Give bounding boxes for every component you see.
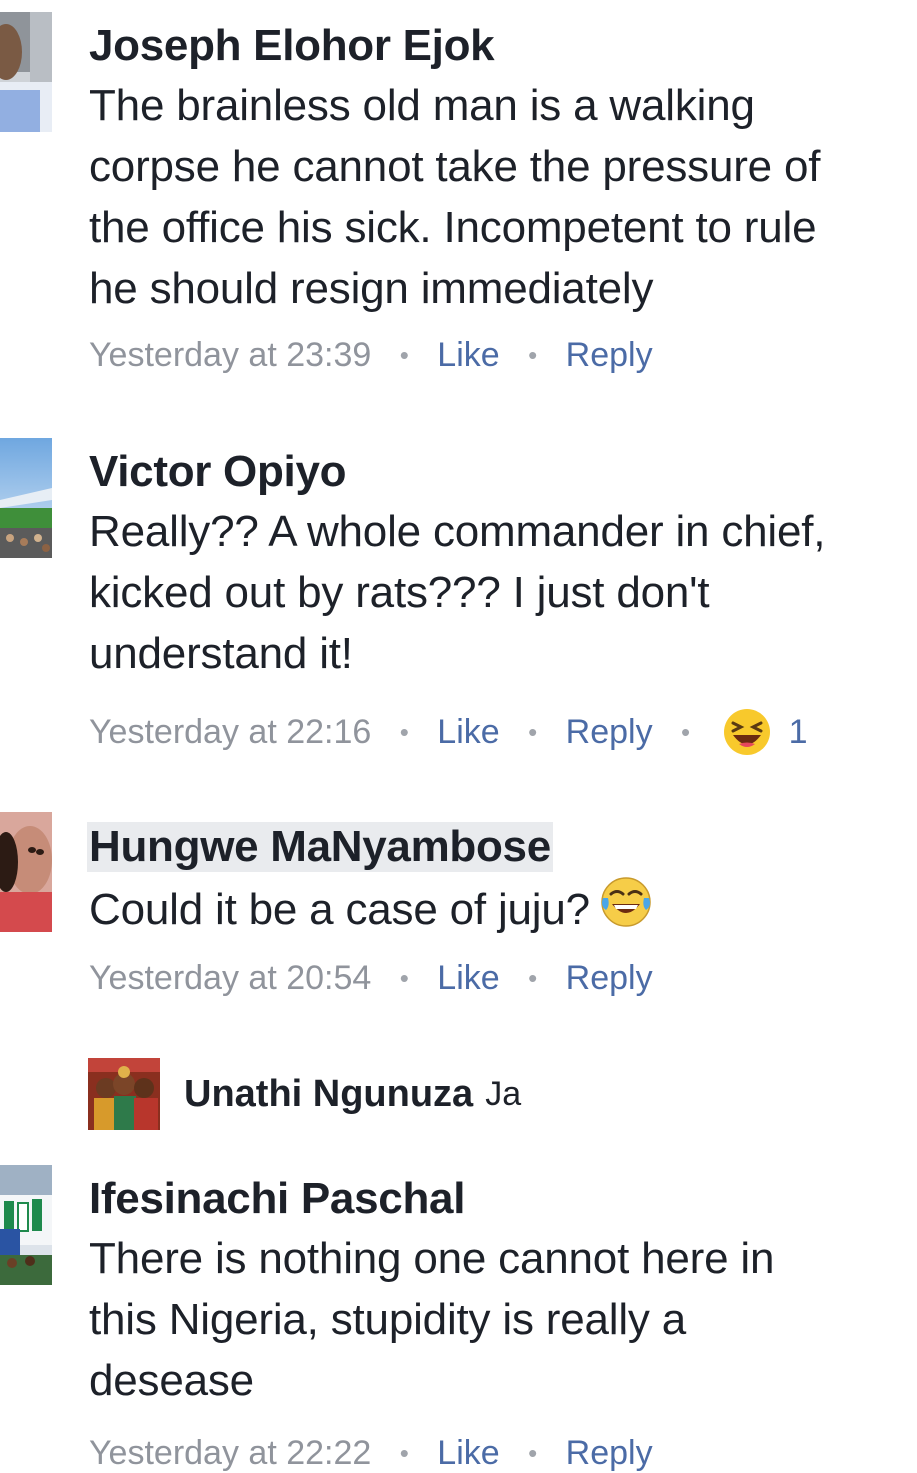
comment-text-line: corpse he cannot take the pressure of [89, 142, 821, 191]
like-button[interactable]: Like [437, 712, 499, 752]
comment-meta: Yesterday at 20:54 • Like • Reply [89, 958, 907, 998]
comment-timestamp[interactable]: Yesterday at 22:22 [89, 1433, 371, 1473]
comment-text: Could it be a case of juju? [89, 876, 907, 940]
comment-timestamp[interactable]: Yesterday at 23:39 [89, 335, 371, 375]
comment-text-line: understand it! [89, 629, 353, 678]
comment-text-line: this Nigeria, stupidity is really a [89, 1295, 687, 1344]
comment-text-line: Could it be a case of juju? [89, 885, 590, 934]
avatar-image [88, 1058, 160, 1130]
comment-meta: Yesterday at 22:22 • Like • Reply [89, 1433, 907, 1473]
comment-text-line: kicked out by rats??? I just don't [89, 568, 710, 617]
comment-author[interactable]: Victor Opiyo [89, 447, 347, 497]
comment-author[interactable]: Joseph Elohor Ejok [89, 21, 495, 71]
comment-author[interactable]: Hungwe MaNyambose [87, 822, 553, 872]
laughing-squint-emoji-icon[interactable] [723, 708, 771, 756]
avatar-image [0, 12, 52, 132]
avatar[interactable] [0, 438, 52, 558]
comment-text: Really?? A whole commander in chief, kic… [89, 501, 907, 684]
avatar[interactable] [0, 1165, 52, 1285]
reply-button[interactable]: Reply [566, 958, 653, 998]
avatar[interactable] [88, 1058, 160, 1130]
comment-text-line: Really?? A whole commander in chief, [89, 507, 826, 556]
comment-text-line: he should resign immediately [89, 264, 654, 313]
comment-meta: Yesterday at 23:39 • Like • Reply [89, 335, 907, 375]
separator-dot: • [681, 717, 691, 747]
separator-dot: • [528, 340, 538, 370]
separator-dot: • [528, 963, 538, 993]
comment-timestamp[interactable]: Yesterday at 22:16 [89, 712, 371, 752]
reply-button[interactable]: Reply [566, 712, 653, 752]
comment-author[interactable]: Ifesinachi Paschal [89, 1174, 465, 1224]
avatar-image [0, 438, 52, 558]
avatar-image [0, 1165, 52, 1285]
comment-meta: Yesterday at 22:16 • Like • Reply • 1 [89, 708, 907, 756]
comment-text-line: There is nothing one cannot here in [89, 1234, 775, 1283]
separator-dot: • [528, 1438, 538, 1468]
reply-preview-row[interactable]: Unathi Ngunuza Ja [88, 1057, 521, 1131]
reply-button[interactable]: Reply [566, 1433, 653, 1473]
separator-dot: • [399, 963, 409, 993]
separator-dot: • [399, 1438, 409, 1468]
comment-text: The brainless old man is a walking corps… [89, 75, 907, 319]
reply-button[interactable]: Reply [566, 335, 653, 375]
like-button[interactable]: Like [437, 958, 499, 998]
tears-of-joy-emoji-icon [600, 876, 652, 928]
like-button[interactable]: Like [437, 335, 499, 375]
reply-text-preview: Ja [485, 1074, 522, 1113]
separator-dot: • [399, 340, 409, 370]
avatar[interactable] [0, 812, 52, 932]
comment-timestamp[interactable]: Yesterday at 20:54 [89, 958, 371, 998]
separator-dot: • [399, 717, 409, 747]
comment-text-line: desease [89, 1356, 254, 1405]
avatar-image [0, 812, 52, 932]
comment-text: There is nothing one cannot here in this… [89, 1228, 907, 1411]
reaction-count[interactable]: 1 [789, 712, 808, 752]
avatar[interactable] [0, 12, 52, 132]
reply-author[interactable]: Unathi Ngunuza [184, 1073, 473, 1116]
separator-dot: • [528, 717, 538, 747]
comment-text-line: The brainless old man is a walking [89, 81, 755, 130]
comment-text-line: the office his sick. Incompetent to rule [89, 203, 817, 252]
like-button[interactable]: Like [437, 1433, 499, 1473]
